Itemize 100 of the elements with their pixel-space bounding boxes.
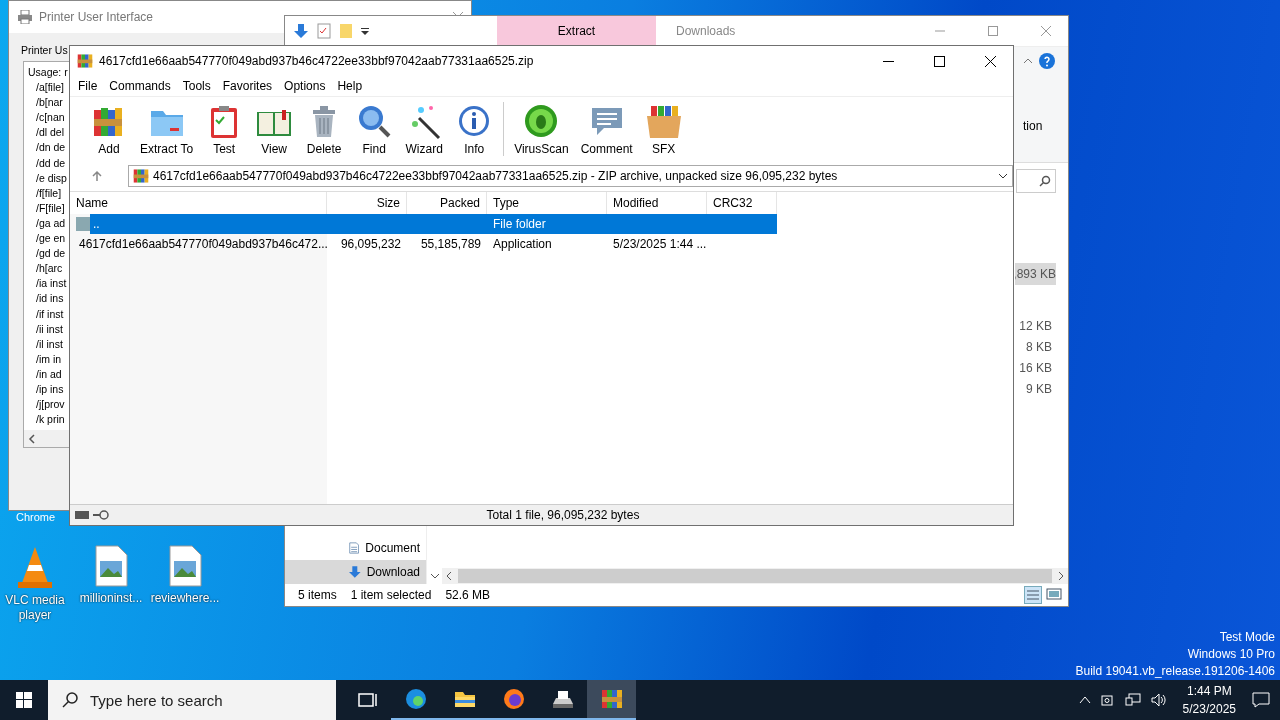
table-cell-text: 55,185,789	[419, 237, 482, 251]
toolbar-button[interactable]: Info	[449, 102, 500, 162]
status-text: 52.6 MB	[445, 588, 491, 602]
usage-line: /a[file]	[35, 80, 64, 96]
menu-item[interactable]: Help	[331, 76, 369, 96]
nav-item[interactable]: Document	[285, 536, 426, 560]
search-bar[interactable]: Type here to search	[48, 680, 336, 720]
scroll-left-icon[interactable]	[444, 571, 454, 581]
usage-line: /dl del	[35, 125, 65, 141]
up-arrow-icon[interactable]	[91, 169, 103, 182]
maximize-icon[interactable]	[934, 55, 945, 67]
column-header[interactable]: CRC32	[707, 192, 777, 214]
toolbar-button[interactable]: Extract To	[134, 102, 200, 162]
usage-line: /dd de	[35, 155, 66, 171]
download-arrow-icon	[349, 564, 361, 580]
browser-icon	[404, 688, 427, 710]
ribbon-tab[interactable]: Extract	[497, 16, 656, 46]
help-icon[interactable]	[1039, 53, 1055, 69]
table-cell-text: Application	[492, 237, 553, 251]
printer-icon	[17, 10, 33, 24]
table-cell-text: 96,095,232	[339, 237, 402, 251]
menu-item[interactable]: Tools	[176, 76, 217, 96]
file-name-cell[interactable]: ..	[70, 217, 327, 231]
usage-line: /c[nan	[35, 110, 65, 126]
window-title: Printer User Interface	[39, 10, 154, 24]
image-file-icon[interactable]	[94, 545, 128, 587]
address-field[interactable]: 4617cfd1e66aab547770f049abd937b46c4722ee33bbf97042aab77331aa6525.zip - ZIP archive, unpacked size 96,095,232 bytes	[128, 164, 1013, 187]
dropdown-caret-icon[interactable]	[998, 172, 1008, 179]
camera-icon[interactable]	[1100, 693, 1115, 707]
file-size: ,893 KB	[1015, 263, 1056, 285]
caret-up-icon[interactable]	[1078, 696, 1091, 704]
windows-logo-icon[interactable]	[16, 692, 32, 708]
checklist-icon[interactable]	[317, 23, 331, 39]
file-name-cell[interactable]: 4617cfd1e66aab547770f049abd937b46c472...	[70, 237, 327, 251]
books-icon	[133, 167, 149, 184]
watermark-text: Build 19041.vb_release.191206-1406	[1075, 663, 1275, 680]
column-header[interactable]: Size	[327, 192, 407, 214]
usage-line: /if inst	[35, 306, 64, 322]
notification-icon[interactable]	[1252, 692, 1270, 708]
usage-line: Usage: r	[28, 65, 68, 80]
clock[interactable]: 1:44 PM 5/23/2025	[1176, 682, 1242, 718]
watermark-text: Windows 10 Pro	[1187, 646, 1275, 663]
table-row[interactable]: 4617cfd1e66aab547770f049abd937b46c472... 96,095,232 55,185,789 Application 5/23/2025 1:44 ...	[70, 234, 1013, 254]
form-label: Printer Us	[20, 43, 68, 58]
nav-item[interactable]: Download	[285, 560, 426, 584]
thumbnail-view-icon[interactable]	[1046, 586, 1062, 602]
drive-icon	[75, 511, 89, 519]
scroll-right-icon[interactable]	[1056, 571, 1066, 581]
download-arrow-icon[interactable]	[293, 23, 309, 39]
menu-item[interactable]: Favorites	[216, 76, 279, 96]
usage-line: /ip ins	[35, 381, 64, 397]
status-text: 5 items	[298, 588, 337, 602]
usage-line: /b[nar	[35, 95, 63, 111]
column-header[interactable]: Packed	[407, 192, 487, 214]
toolbar-button[interactable]: Find	[349, 102, 400, 162]
books-icon	[600, 688, 623, 710]
menu-item[interactable]: Commands	[103, 76, 177, 96]
search-field[interactable]	[1016, 168, 1056, 193]
column-header[interactable]: Name	[70, 192, 327, 214]
toolbar-button[interactable]: Delete	[299, 102, 350, 162]
usage-line: /gd de	[35, 246, 66, 262]
toolbar-button[interactable]: Comment	[574, 102, 639, 162]
menu-item[interactable]: File	[72, 76, 104, 96]
toolbar-button[interactable]: Add	[84, 102, 134, 162]
window-title: Downloads	[676, 24, 737, 38]
usage-line: /k prin	[35, 412, 65, 428]
toolbar-button[interactable]: Test	[199, 102, 250, 162]
column-header[interactable]: Modified	[607, 192, 707, 214]
search-icon	[62, 692, 78, 708]
usage-line: /il inst	[35, 336, 63, 352]
usage-line: /id ins	[35, 291, 64, 307]
folder-up-icon	[76, 217, 90, 231]
toolbar-button[interactable]: Wizard	[399, 102, 450, 162]
speaker-icon[interactable]	[1150, 693, 1167, 707]
scrollbar-thumb[interactable]	[458, 569, 1052, 583]
search-field[interactable]: Type here to search	[88, 690, 336, 710]
scroll-down-icon[interactable]	[429, 572, 440, 580]
dropdown-icon[interactable]	[361, 27, 369, 35]
network-icon[interactable]	[1124, 693, 1141, 707]
column-header[interactable]: Type	[487, 192, 607, 214]
task-view-icon	[355, 690, 378, 710]
search-icon	[1039, 174, 1051, 187]
image-file-icon[interactable]	[168, 545, 202, 587]
close-icon[interactable]	[985, 55, 996, 67]
collapse-caret-icon[interactable]	[1023, 58, 1033, 64]
file-size: 16 KB	[1019, 359, 1053, 377]
toolbar-button[interactable]: View	[249, 102, 300, 162]
usage-line: /ga ad	[35, 215, 66, 231]
usage-line: /h[arc	[35, 261, 63, 277]
usage-line: /dn de	[35, 140, 66, 156]
printer-icon	[551, 688, 574, 710]
usage-line: /ia inst	[35, 276, 67, 292]
usage-line: /e disp	[35, 170, 67, 186]
status-text: Total 1 file, 96,095,232 bytes	[486, 508, 640, 522]
table-cell-text: 5/23/2025 1:44 ...	[612, 237, 707, 251]
toolbar-button[interactable]: SFX	[638, 102, 689, 162]
menu-item[interactable]: Options	[278, 76, 332, 96]
toolbar-button[interactable]: VirusScan	[508, 102, 575, 162]
usage-line: /j[prov	[35, 397, 65, 413]
traffic-cone-icon[interactable]	[15, 545, 55, 589]
